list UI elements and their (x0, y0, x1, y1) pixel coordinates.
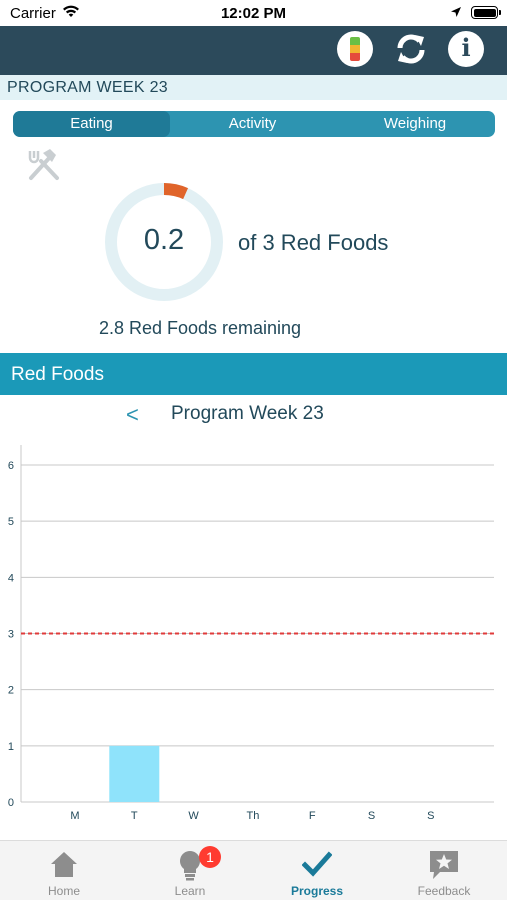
x-tick-label: F (309, 810, 316, 822)
refresh-icon-glyph (397, 34, 425, 64)
status-bar: Carrier 12:02 PM (0, 0, 507, 26)
tab-bar-item-home[interactable]: Home (14, 841, 114, 900)
x-tick-label: M (70, 810, 79, 822)
tab-bar-label-learn: Learn (174, 884, 206, 898)
y-tick-label: 1 (8, 741, 14, 753)
traffic-light-icon[interactable] (337, 31, 373, 67)
tab-activity[interactable]: Activity (170, 111, 335, 137)
tab-bar-item-feedback[interactable]: Feedback (394, 841, 494, 900)
refresh-icon[interactable] (393, 31, 429, 67)
info-icon[interactable]: i (448, 31, 484, 67)
x-tick-label: S (427, 810, 434, 822)
red-foods-target: of 3 Red Foods (238, 230, 389, 255)
star-feedback-icon (430, 851, 458, 879)
week-nav-label: Program Week 23 (171, 403, 324, 424)
tab-weighing[interactable]: Weighing (335, 111, 495, 137)
cutlery-icon (28, 149, 59, 180)
tab-bar-label-feedback: Feedback (417, 884, 471, 898)
traffic-red (350, 53, 360, 61)
x-tick-label: W (188, 810, 199, 822)
red-foods-value: 0.2 (143, 224, 185, 256)
tab-bar-item-learn[interactable]: 1 Learn (140, 841, 240, 900)
info-glyph: i (461, 33, 471, 62)
traffic-green (350, 37, 360, 45)
tab-bar-item-progress[interactable]: Progress (267, 841, 367, 900)
tab-bar-label-home: Home (47, 884, 80, 898)
battery-icon (471, 6, 501, 19)
tab-bar-label-progress: Progress (290, 884, 344, 898)
x-tick-label: S (368, 810, 375, 822)
status-time: 12:02 PM (220, 5, 287, 22)
progress-ring-arc (163, 183, 189, 200)
red-foods-remaining: 2.8 Red Foods remaining (98, 318, 302, 338)
y-tick-label: 4 (8, 572, 14, 584)
x-tick-label: Th (246, 810, 259, 822)
chart-bar (109, 745, 160, 802)
checkmark-icon (302, 851, 332, 877)
app-header: i (0, 26, 507, 75)
location-arrow-icon (451, 7, 461, 17)
x-tick-label: T (131, 810, 138, 822)
category-segmented-control: Eating Activity Weighing (13, 111, 495, 137)
y-tick-label: 3 (8, 629, 14, 641)
tab-eating[interactable]: Eating (13, 111, 170, 137)
y-tick-label: 0 (8, 797, 14, 809)
section-title: Red Foods (11, 364, 104, 385)
program-week-label: PROGRAM WEEK 23 (7, 79, 168, 96)
traffic-amber (350, 45, 360, 53)
y-tick-label: 6 (8, 460, 14, 472)
program-week-banner: PROGRAM WEEK 23 (0, 75, 507, 100)
traffic-light-bar (350, 37, 360, 61)
section-header: Red Foods (0, 353, 507, 395)
tab-bar: Home 1 Learn Progress Feedback (0, 840, 507, 900)
previous-week-chevron-icon[interactable]: < (126, 402, 139, 428)
y-tick-label: 5 (8, 516, 14, 528)
y-tick-label: 2 (8, 685, 14, 697)
learn-badge: 1 (199, 846, 221, 868)
home-icon (51, 852, 77, 877)
red-foods-chart: 0 1 2 3 4 5 6 M T W Th F S S (8, 445, 494, 822)
